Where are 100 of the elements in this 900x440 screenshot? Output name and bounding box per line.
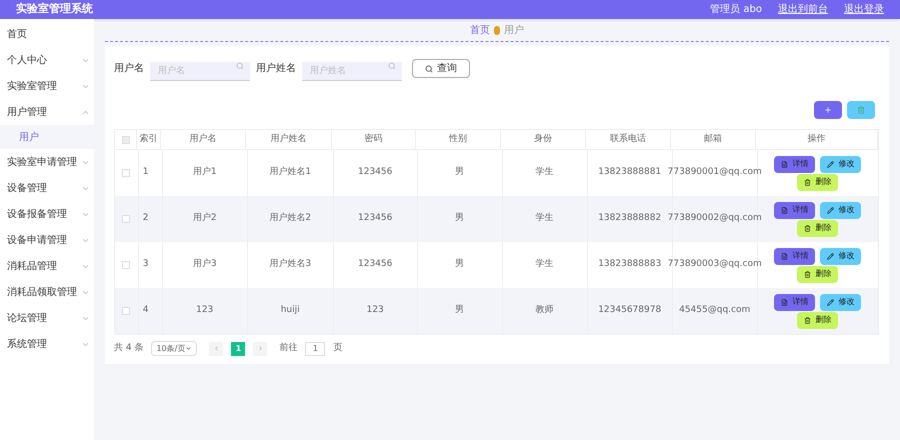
query-button[interactable]: 查询 (412, 59, 470, 78)
sidebar-item[interactable]: 系统管理 (0, 331, 94, 357)
table-cell-text: 男 (455, 166, 464, 180)
sidebar-item[interactable]: 论坛管理 (0, 305, 94, 331)
chevron-right-icon (256, 345, 264, 352)
detail-button[interactable]: 详情 (774, 248, 816, 264)
checkbox[interactable] (122, 215, 130, 223)
table-cell-text: 123456 (358, 212, 392, 226)
sidebar-item[interactable]: 实验室管理 (0, 73, 94, 99)
column-header: 密码 (332, 130, 416, 149)
user-greeting: 管理员 abo (710, 3, 762, 17)
delete-button[interactable]: 删除 (797, 266, 838, 282)
edit-button[interactable]: 修改 (820, 248, 862, 264)
document-icon (781, 252, 788, 260)
breadcrumb-link[interactable]: 首页 (470, 22, 490, 38)
table-cell-text: 13823888881 (598, 166, 662, 180)
column-header: 联系电话 (586, 130, 671, 149)
chevron-left-icon (212, 345, 220, 352)
column-header: 邮箱 (671, 130, 756, 149)
table-cell-text: 4 (142, 304, 148, 318)
trash-icon (804, 316, 812, 324)
table-cell-text: 3 (142, 258, 148, 272)
sidebar-item[interactable]: 消耗品领取管理 (0, 279, 94, 305)
table-cell-text: 123456 (358, 258, 392, 272)
table-cell-text: 45455@qq.com (679, 304, 750, 318)
table-cell-text: 用户2 (192, 212, 217, 226)
checkbox[interactable] (122, 169, 130, 177)
checkbox[interactable] (122, 307, 130, 315)
sidebar-item[interactable]: 设备报备管理 (0, 201, 94, 227)
delete-button[interactable]: 删除 (797, 312, 838, 328)
document-icon (781, 160, 788, 168)
table-cell-text: 773890001@qq.com (668, 166, 762, 180)
next-page-button[interactable] (253, 342, 268, 356)
field-label: 用户名 (114, 62, 144, 76)
column-header: 操作 (756, 130, 878, 149)
document-icon (781, 298, 788, 306)
sidebar-item[interactable]: 设备管理 (0, 175, 94, 201)
table-cell-text: 773890003@qq.com (668, 258, 762, 272)
sidebar-subitem[interactable]: 用户 (0, 125, 94, 149)
search-icon (388, 62, 396, 70)
table-cell-text: 教师 (536, 304, 554, 318)
checkbox[interactable] (122, 261, 130, 269)
edit-button[interactable]: 修改 (820, 156, 862, 172)
page-suffix: 页 (333, 342, 342, 355)
table-cell-text: 用户姓名3 (269, 258, 312, 272)
search-field[interactable]: 用户名 (150, 62, 250, 81)
total-count: 共 4 条 (114, 342, 144, 355)
table-cell-text: 13823888882 (598, 212, 662, 226)
table-cell-text: 123 (196, 304, 214, 318)
table-cell-text: 123456 (358, 166, 392, 180)
table-cell-text: 773890002@qq.com (668, 212, 762, 226)
trash-icon (804, 270, 812, 278)
breadcrumb-current: 用户 (504, 24, 524, 38)
header-link[interactable]: 退出登录 (844, 2, 884, 17)
batch-delete-button[interactable] (847, 101, 875, 119)
detail-button[interactable]: 详情 (774, 202, 816, 218)
page-size-select[interactable]: 10条/页 (151, 341, 198, 356)
search-field[interactable]: 用户姓名 (302, 62, 402, 81)
header-link[interactable]: 退出到前台 (778, 2, 828, 17)
sidebar-item[interactable]: 实验室申请管理 (0, 149, 94, 175)
edit-button[interactable]: 修改 (820, 202, 862, 218)
sidebar-item[interactable]: 首页 (0, 21, 94, 47)
delete-button[interactable]: 删除 (797, 220, 838, 236)
table-cell-text: 男 (455, 212, 464, 226)
detail-button[interactable]: 详情 (774, 294, 816, 310)
chevron-down-icon (185, 345, 192, 352)
column-header: 用户名 (161, 130, 246, 149)
search-icon (425, 64, 433, 72)
sidebar-item[interactable]: 用户管理 (0, 99, 94, 125)
table-cell-text: 学生 (536, 212, 554, 226)
pencil-icon (827, 206, 834, 214)
column-header: 用户姓名 (246, 130, 332, 149)
search-icon (236, 62, 244, 70)
delete-button[interactable]: 删除 (797, 174, 838, 190)
prev-page-button[interactable] (209, 342, 224, 356)
sidebar-item[interactable]: 个人中心 (0, 47, 94, 73)
add-button[interactable] (814, 101, 842, 119)
pencil-icon (827, 252, 834, 260)
field-label: 用户姓名 (256, 62, 296, 76)
table-cell-text: 男 (455, 304, 464, 318)
table-cell-text: 1 (142, 166, 148, 180)
trash-icon (804, 224, 812, 232)
plus-icon (824, 106, 832, 114)
column-header: 身份 (501, 130, 586, 149)
sidebar-item[interactable]: 消耗品管理 (0, 253, 94, 279)
pencil-icon (827, 298, 834, 306)
table-cell-text: huiji (280, 304, 300, 318)
trash-icon (857, 106, 865, 114)
detail-button[interactable]: 详情 (774, 156, 816, 172)
table-cell-text: 学生 (536, 166, 554, 180)
app-title: 实验室管理系统 (16, 1, 93, 18)
sidebar-item[interactable]: 设备申请管理 (0, 227, 94, 253)
table-cell-text: 123 (366, 304, 384, 318)
table-cell-text: 2 (142, 212, 148, 226)
column-header: 索引 (137, 130, 161, 149)
goto-page-input[interactable]: 1 (305, 342, 326, 356)
checkbox[interactable] (122, 136, 130, 144)
edit-button[interactable]: 修改 (820, 294, 862, 310)
trash-icon (804, 178, 812, 186)
table-cell-text: 用户姓名1 (269, 166, 312, 180)
